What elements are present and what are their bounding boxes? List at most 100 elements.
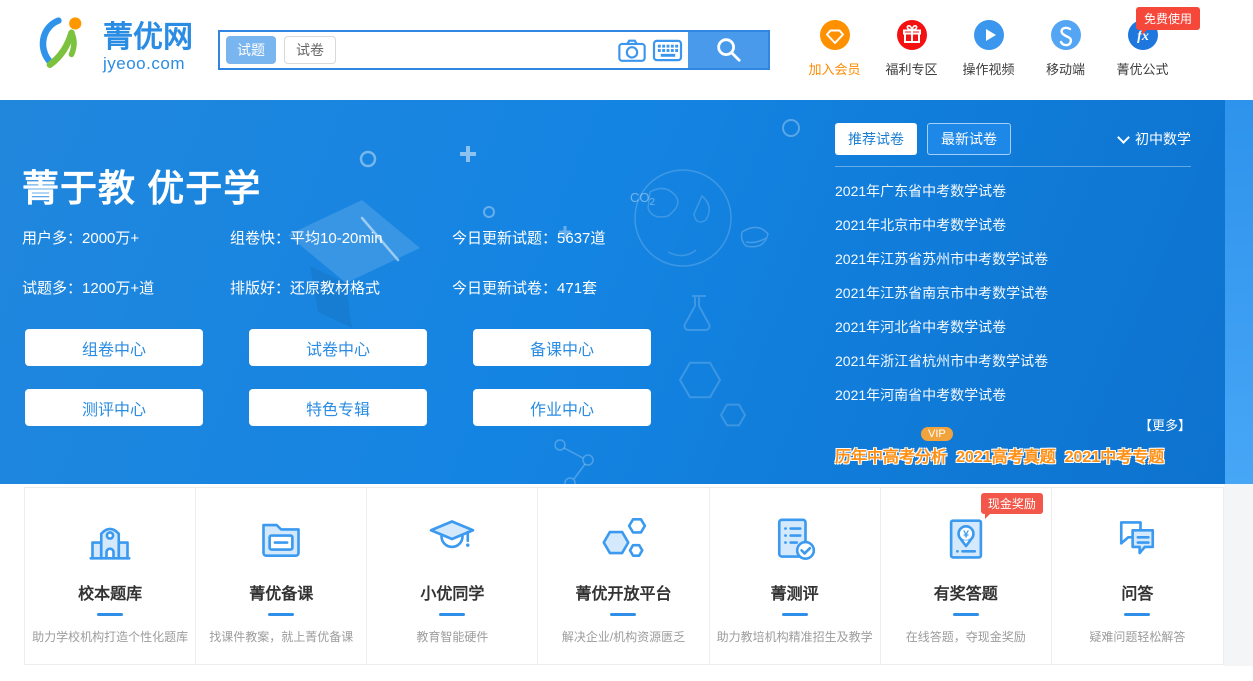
vip-diamond-icon <box>820 20 850 50</box>
service-school-question-bank[interactable]: 校本题库 助力学校机构打造个性化题库 <box>25 488 196 664</box>
tab-latest-papers[interactable]: 最新试卷 <box>927 123 1011 155</box>
subject-filter-dropdown[interactable]: 初中数学 <box>1119 129 1191 149</box>
folder-icon <box>253 510 309 568</box>
logo-mark-icon <box>34 15 94 80</box>
more-link[interactable]: 【更多】 <box>835 415 1191 434</box>
service-assessment[interactable]: 菁测评 助力教培机构精准招生及教学 <box>710 488 881 664</box>
services-section: 校本题库 助力学校机构打造个性化题库 菁优备课 找课件教案，就上菁优备课 <box>0 484 1253 681</box>
service-xiaoyou-classmate[interactable]: 小优同学 教育智能硬件 <box>367 488 538 664</box>
camera-icon[interactable] <box>617 37 647 64</box>
right-gutter <box>1224 484 1253 666</box>
svg-text:CO2: CO2 <box>630 190 656 208</box>
paper-list-item[interactable]: 2021年江苏省苏州市中考数学试卷 <box>835 242 1191 276</box>
service-desc: 助力学校机构打造个性化题库 <box>32 628 188 645</box>
keyboard-icon[interactable] <box>652 37 683 64</box>
papers-list: 2021年广东省中考数学试卷 2021年北京市中考数学试卷 2021年江苏省苏州… <box>835 174 1191 412</box>
nav-label: 移动端 <box>1046 59 1085 78</box>
service-desc: 解决企业/机构资源匮乏 <box>562 628 685 645</box>
paper-list-item[interactable]: 2021年河北省中考数学试卷 <box>835 310 1191 344</box>
service-title: 菁测评 <box>771 580 819 604</box>
search-bar: 试题 试卷 <box>218 30 770 70</box>
service-title: 问答 <box>1121 580 1153 604</box>
special-albums-button[interactable]: 特色专辑 <box>249 389 427 426</box>
hexagons-icon <box>595 510 651 568</box>
vip-badge: VIP <box>921 427 953 441</box>
papers-panel-header: 推荐试卷 最新试卷 初中数学 <box>835 123 1191 155</box>
gift-icon <box>897 20 927 50</box>
title-underline <box>782 613 808 616</box>
title-underline <box>268 613 294 616</box>
logo-domain: jyeoo.com <box>103 54 193 74</box>
chat-bubbles-icon <box>1109 510 1165 568</box>
magnifier-icon <box>714 35 742 66</box>
chevron-down-icon <box>1117 131 1130 144</box>
school-building-icon <box>82 510 138 568</box>
nav-label: 加入会员 <box>808 59 860 78</box>
service-lesson-prep[interactable]: 菁优备课 找课件教案，就上菁优备课 <box>196 488 367 664</box>
nav-mobile[interactable]: 移动端 <box>1027 20 1104 78</box>
hero-banner: CO2 菁于教 优于学 用户多：2000万+ 组卷快：平均10-20min 今日… <box>0 100 1253 484</box>
stat-speed: 组卷快：平均10-20min <box>230 227 452 248</box>
nav-label: 福利专区 <box>885 59 937 78</box>
nav-label: 操作视频 <box>962 59 1014 78</box>
report-check-icon <box>767 510 823 568</box>
hero-headline: 菁于教 优于学 <box>22 158 261 212</box>
stat-questions: 试题多：1200万+道 <box>22 277 230 298</box>
lesson-prep-center-button[interactable]: 备课中心 <box>473 329 651 366</box>
services-grid: 校本题库 助力学校机构打造个性化题库 菁优备课 找课件教案，就上菁优备课 <box>24 487 1224 665</box>
quick-link-exam-analysis[interactable]: 历年中高考分析 <box>835 443 947 467</box>
header: 菁优网 jyeoo.com 试题 试卷 <box>0 0 1253 100</box>
service-title: 菁优开放平台 <box>575 580 671 604</box>
service-title: 校本题库 <box>78 580 142 604</box>
nav-benefits[interactable]: 福利专区 <box>873 20 950 78</box>
subject-filter-label: 初中数学 <box>1135 129 1191 149</box>
logo-site-name: 菁优网 <box>103 21 193 54</box>
service-title: 有奖答题 <box>934 580 998 604</box>
paper-list-item[interactable]: 2021年江苏省南京市中考数学试卷 <box>835 276 1191 310</box>
title-underline <box>953 613 979 616</box>
paper-center-button[interactable]: 试卷中心 <box>249 329 427 366</box>
search-input[interactable] <box>336 32 617 68</box>
quick-link-zhongkao-2021[interactable]: 2021中考专题 <box>1065 443 1165 467</box>
quick-links: VIP 历年中高考分析 2021高考真题 2021中考专题 <box>835 443 1191 467</box>
service-desc: 找课件教案，就上菁优备课 <box>209 628 353 645</box>
search-tab-questions[interactable]: 试题 <box>226 36 276 64</box>
service-reward-quiz[interactable]: 现金奖励 ¥ 有奖答题 在线答题，夺现金奖励 <box>881 488 1052 664</box>
hero-stats: 用户多：2000万+ 组卷快：平均10-20min 今日更新试题：5637道 试… <box>22 227 605 298</box>
service-desc: 疑难问题轻松解答 <box>1089 628 1185 645</box>
search-button[interactable] <box>688 32 768 68</box>
header-nav: 加入会员 福利专区 操作视频 <box>796 20 1181 78</box>
nav-join-vip[interactable]: 加入会员 <box>796 20 873 78</box>
service-open-platform[interactable]: 菁优开放平台 解决企业/机构资源匮乏 <box>538 488 709 664</box>
mobile-s-icon <box>1051 20 1081 50</box>
free-use-badge: 免费使用 <box>1136 7 1200 30</box>
site-logo[interactable]: 菁优网 jyeoo.com <box>34 15 193 80</box>
paper-list-item[interactable]: 2021年浙江省杭州市中考数学试卷 <box>835 344 1191 378</box>
title-underline <box>439 613 465 616</box>
search-tab-papers[interactable]: 试卷 <box>284 36 336 64</box>
service-desc: 教育智能硬件 <box>416 628 488 645</box>
papers-panel: 推荐试卷 最新试卷 初中数学 2021年广东省中考数学试卷 2021年北京市中考… <box>835 123 1191 467</box>
service-title: 小优同学 <box>420 580 484 604</box>
paper-list-item[interactable]: 2021年北京市中考数学试卷 <box>835 208 1191 242</box>
hero-center-buttons: 组卷中心 试卷中心 备课中心 测评中心 特色专辑 作业中心 <box>25 329 651 426</box>
svg-text:¥: ¥ <box>963 529 969 541</box>
service-desc: 助力教培机构精准招生及教学 <box>717 628 873 645</box>
nav-label: 菁优公式 <box>1116 59 1168 78</box>
play-icon <box>974 20 1004 50</box>
service-title: 菁优备课 <box>249 580 313 604</box>
title-underline <box>610 613 636 616</box>
title-underline <box>1124 613 1150 616</box>
service-qa[interactable]: 问答 疑难问题轻松解答 <box>1052 488 1223 664</box>
paper-list-item[interactable]: 2021年广东省中考数学试卷 <box>835 174 1191 208</box>
tab-recommended-papers[interactable]: 推荐试卷 <box>835 123 917 155</box>
evaluation-center-button[interactable]: 测评中心 <box>25 389 203 426</box>
title-underline <box>97 613 123 616</box>
homework-center-button[interactable]: 作业中心 <box>473 389 651 426</box>
graduation-cap-icon <box>424 510 480 568</box>
paper-list-item[interactable]: 2021年河南省中考数学试卷 <box>835 378 1191 412</box>
quick-link-gaokao-2021[interactable]: 2021高考真题 <box>956 443 1056 467</box>
nav-tutorial-videos[interactable]: 操作视频 <box>950 20 1027 78</box>
papers-divider <box>835 166 1191 167</box>
paper-builder-center-button[interactable]: 组卷中心 <box>25 329 203 366</box>
